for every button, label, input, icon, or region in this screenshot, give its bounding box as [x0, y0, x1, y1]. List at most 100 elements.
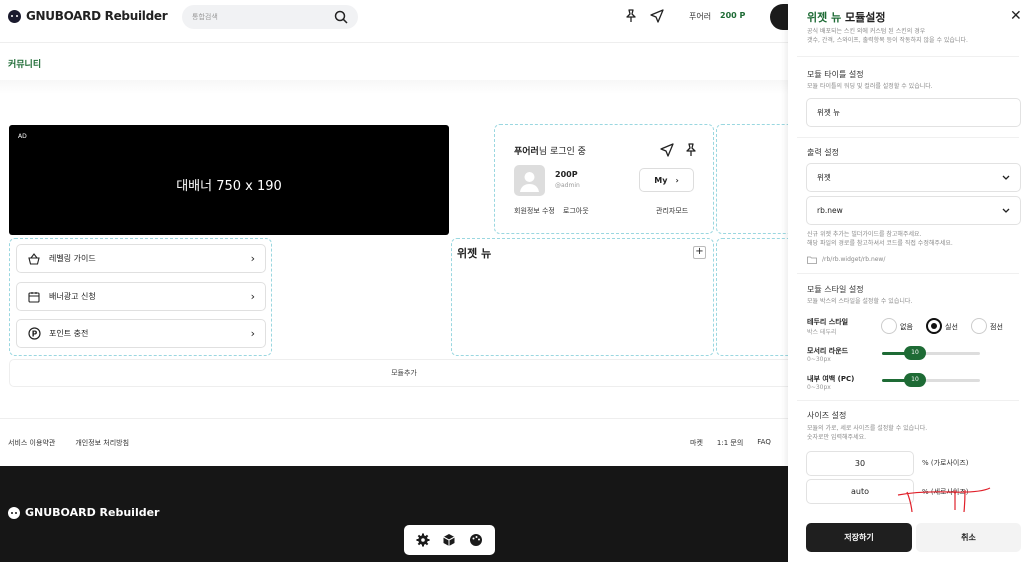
output-type-select[interactable]: 위젯 [806, 163, 1021, 192]
divider [797, 273, 1019, 274]
title-section-heading: 모듈 타이틀 설정 [807, 70, 864, 79]
panel-title-text: 모듈설정 [841, 11, 886, 24]
radio-border-none[interactable] [881, 318, 897, 334]
site-logo[interactable]: GNUBOARD Rebuilder [8, 9, 168, 23]
edit-profile-link[interactable]: 회원정보 수정 [514, 206, 555, 216]
svg-text:P: P [31, 329, 37, 338]
padding-label: 내부 여백 (PC) 0~30px [807, 374, 854, 391]
output-widget-select[interactable]: rb.new [806, 196, 1021, 225]
send-icon[interactable] [650, 9, 664, 23]
output-widget-value: rb.new [817, 206, 843, 215]
logo-icon [8, 506, 20, 519]
main-banner[interactable]: AD 대배너 750 x 190 [9, 125, 449, 235]
annotation-scribble [897, 487, 991, 513]
admin-mode-link[interactable]: 관리자모드 [656, 206, 688, 216]
add-module-button[interactable]: 모듈추가 [9, 359, 799, 387]
guide-label: 레벨링 가이드 [49, 254, 96, 263]
login-status: 푸어러님 로그인 중 [514, 144, 586, 157]
output-note-line: 신규 위젯 추가는 빌더가이드를 참고해주세요. [807, 231, 922, 238]
width-input[interactable]: 30 [806, 451, 914, 476]
guide-label: 배너광고 신청 [49, 292, 96, 301]
panel-title-module: 위젯 뉴 [807, 11, 842, 24]
style-section-heading: 모듈 스타일 설정 [807, 285, 864, 294]
cancel-button[interactable]: 취소 [916, 523, 1021, 552]
header-icons [624, 9, 664, 23]
palette-icon[interactable] [469, 533, 483, 547]
size-desc-line: 모듈의 가로, 세로 사이즈를 설정할 수 있습니다. [807, 425, 928, 432]
chevron-right-icon: › [250, 327, 255, 340]
output-note: 신규 위젯 추가는 빌더가이드를 참고해주세요. 해당 파일의 경로를 참고하셔서… [807, 230, 953, 248]
my-button[interactable]: My › [639, 168, 694, 192]
padding-sub: 0~30px [807, 384, 831, 391]
divider [797, 137, 1019, 138]
slider-thumb[interactable]: 10 [904, 373, 926, 387]
border-style-label: 테두리 스타일박스 테두리 [807, 317, 848, 336]
avatar[interactable] [514, 165, 545, 196]
save-button[interactable]: 저장하기 [806, 523, 912, 552]
close-icon[interactable]: ✕ [1010, 8, 1022, 24]
leveling-guide-button[interactable]: 레벨링 가이드 › [16, 244, 266, 273]
faq-link[interactable]: FAQ [757, 438, 771, 448]
footer-links-left: 서비스 이용약관 개인정보 처리방침 [8, 438, 129, 448]
footer-logo: GNUBOARD Rebuilder [8, 506, 160, 519]
widget-title: 위젯 뉴 [457, 247, 492, 260]
module-placeholder [716, 124, 796, 234]
size-section-heading: 사이즈 설정 [807, 411, 847, 420]
chevron-right-icon: › [675, 175, 679, 185]
market-link[interactable]: 마켓 [690, 438, 703, 448]
radio-border-dotted[interactable] [971, 318, 987, 334]
size-desc-line: 숫자로만 입력해주세요. [807, 434, 867, 441]
pin-icon[interactable] [684, 143, 698, 157]
chevron-down-icon [1002, 208, 1010, 214]
gear-icon[interactable] [416, 533, 430, 547]
size-section-desc: 모듈의 가로, 세로 사이즈를 설정할 수 있습니다. 숫자로만 입력해주세요. [807, 424, 927, 442]
header-user-name[interactable]: 푸어러 [689, 11, 711, 22]
widget-path: /rb/rb.widget/rb.new/ [807, 255, 885, 264]
login-links: 회원정보 수정 로그아웃 [514, 206, 589, 216]
width-label: % (가로사이즈) [922, 459, 969, 467]
logo-icon [8, 9, 21, 23]
title-section-desc: 모듈 타이틀의 워딩 및 컬러를 설정할 수 있습니다. [807, 83, 933, 90]
output-section-heading: 출력 설정 [807, 148, 839, 157]
footer-logo-text: GNUBOARD Rebuilder [25, 506, 160, 519]
style-section-desc: 모듈 박스의 스타일을 설정할 수 있습니다. [807, 298, 913, 305]
search-icon[interactable] [334, 10, 348, 24]
inquiry-link[interactable]: 1:1 문의 [717, 438, 743, 448]
logout-link[interactable]: 로그아웃 [563, 206, 589, 216]
footer-links-right: 마켓 1:1 문의 FAQ [690, 438, 771, 448]
padding-slider[interactable]: 10 [882, 373, 980, 387]
radius-sub: 0~30px [807, 356, 831, 363]
radio-label: 실선 [945, 323, 958, 331]
banner-ad-button[interactable]: 배너광고 신청 › [16, 282, 266, 311]
panel-description: 공식 배포되는 스킨 외에 커스텀 된 스킨의 경우 갯수, 간격, 스와이프, … [807, 27, 968, 45]
pin-icon[interactable] [624, 9, 638, 23]
padding-title: 내부 여백 (PC) [807, 375, 855, 383]
privacy-link[interactable]: 개인정보 처리방침 [75, 438, 129, 448]
search-input[interactable]: 통합검색 [182, 5, 358, 29]
border-style-title: 테두리 스타일 [807, 318, 849, 326]
point-charge-button[interactable]: P 포인트 충전 › [16, 319, 266, 348]
output-type-value: 위젯 [817, 173, 831, 182]
module-title-input[interactable]: 위젯 뉴 [806, 98, 1021, 127]
login-user-id: @admin [555, 182, 580, 189]
banner-text: 대배너 750 x 190 [176, 179, 282, 194]
slider-thumb[interactable]: 10 [904, 346, 926, 360]
subnav-community[interactable]: 커뮤니티 [8, 57, 41, 70]
login-points: 200P [555, 170, 578, 179]
radio-label: 없음 [900, 323, 913, 331]
widget-add-button[interactable]: + [693, 246, 706, 259]
calendar-icon [27, 290, 41, 304]
terms-link[interactable]: 서비스 이용약관 [8, 438, 55, 448]
radius-slider[interactable]: 10 [882, 346, 980, 360]
border-style-sub: 박스 테두리 [807, 329, 837, 336]
basket-icon [27, 252, 41, 266]
header-user-points: 200 P [720, 11, 746, 20]
panel-title: 위젯 뉴 모듈설정 [807, 9, 886, 25]
send-icon[interactable] [660, 143, 674, 157]
login-user-name: 푸어러 [514, 147, 539, 157]
output-note-line: 해당 파일의 경로를 참고하셔서 코드를 직접 수정해주세요. [807, 240, 953, 247]
cube-icon[interactable] [442, 533, 456, 547]
ad-tag: AD [18, 133, 27, 140]
radio-border-solid[interactable] [926, 318, 942, 334]
radius-title: 모서리 라운드 [807, 347, 849, 355]
